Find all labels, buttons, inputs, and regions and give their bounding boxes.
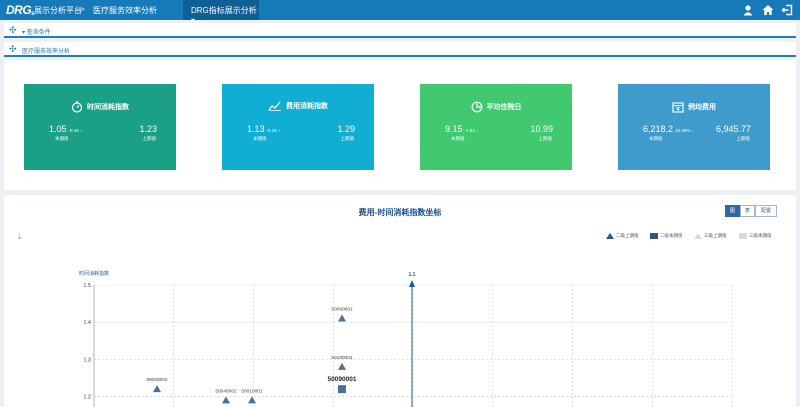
efficiency-panel-title: 医疗服务效率分析 (22, 49, 71, 55)
previous-value: 6,945.77 (715, 124, 751, 134)
kpi-card-avg-stay[interactable]: 平均住院日 9.15 -1.84 ↓ 10.99 本期值 上期值 (420, 84, 572, 170)
data-point-square (338, 385, 346, 394)
chart-section: 费用-时间消耗指数坐标 图 表 配置 ⤓ 二级上期值 二级本期值 三级上期值 三… (4, 195, 796, 407)
previous-value: 1.29 (337, 124, 355, 134)
kpi-card-section: 时间消耗指数 1.05 -0.18 ↓ 1.23 本期值 上期值 费用消耗指数 1… (4, 60, 796, 190)
data-point-triangle (248, 396, 256, 404)
kpi-card-avg-cost[interactable]: 例均费用 6,218.2 10.48% ↓ 6,945.77 本期值 上期值 (618, 84, 770, 170)
stopwatch-icon (71, 101, 83, 113)
data-point-label: 50040002 (215, 388, 237, 394)
y-tick-label: 1.5 (83, 283, 91, 289)
query-panel-title: ▾ 查询条件 (22, 30, 51, 36)
y-tick-label: 1.3 (83, 357, 91, 363)
previous-label: 上期值 (340, 136, 355, 141)
current-value: 6,218.2 (643, 124, 674, 134)
previous-value: 10.99 (530, 124, 553, 134)
data-point-triangle (338, 362, 346, 370)
card-title: 平均住院日 (486, 103, 522, 111)
delta-value: -0.16 ↓ (266, 128, 281, 133)
current-label: 本期值 (55, 136, 69, 141)
data-point-label: 50100001 (331, 355, 353, 361)
scatter-plot: 时间消耗指数 1.5 1.4 1.3 1.2 1.1 50000002 50040002 500… (79, 270, 733, 407)
expand-icon[interactable]: ✣ (9, 25, 17, 36)
previous-value: 1.23 (139, 124, 157, 134)
breadcrumb-separator: > (80, 5, 85, 14)
payment-icon (672, 102, 684, 113)
current-label: 本期值 (649, 136, 663, 141)
line-chart-icon (268, 101, 281, 112)
delta-value: -1.84 ↓ (464, 128, 479, 133)
current-value: 9.15 (445, 124, 463, 134)
card-title: 例均费用 (688, 103, 716, 111)
data-point-label: 50000002 (146, 377, 168, 383)
card-title: 费用消耗指数 (286, 103, 328, 110)
data-point-label: 50010001 (241, 388, 263, 394)
reference-arrow (409, 280, 415, 287)
data-point-triangle (222, 396, 230, 404)
current-value: 1.13 (247, 124, 265, 134)
delta-value: -0.18 ↓ (68, 128, 83, 133)
reference-line-label: 1.1 (409, 272, 416, 278)
top-bar: DRGs 展示分析平台 > 医疗服务效率分析 DRG指标展示分析 ▾ (0, 0, 800, 25)
kpi-card-cost-index[interactable]: 费用消耗指数 1.13 -0.16 ↓ 1.29 本期值 上期值 (222, 84, 374, 170)
home-icon[interactable] (762, 4, 774, 16)
data-point-triangle (338, 314, 346, 322)
data-point-label: 50090001 (328, 376, 357, 383)
y-tick-label: 1.2 (83, 395, 91, 401)
data-point-triangle (153, 385, 161, 393)
module-dropdown[interactable]: DRG指标展示分析 ▾ (183, 0, 259, 25)
previous-label: 上期值 (538, 136, 553, 141)
kpi-card-time-index[interactable]: 时间消耗指数 1.05 -0.18 ↓ 1.23 本期值 上期值 (24, 84, 176, 170)
current-label: 本期值 (253, 136, 267, 141)
previous-label: 上期值 (736, 136, 751, 141)
app-logo[interactable]: DRGs (6, 3, 34, 17)
pie-chart-icon (471, 101, 482, 113)
data-point-label: 50090001 (331, 306, 353, 312)
user-icon[interactable] (742, 4, 754, 16)
logout-icon[interactable] (781, 4, 793, 16)
previous-label: 上期值 (142, 136, 157, 141)
query-panel-header[interactable]: ✣ ▾ 查询条件 (4, 23, 796, 38)
breadcrumb-item[interactable]: 医疗服务效率分析 (93, 5, 157, 16)
y-axis-label: 时间消耗指数 (79, 270, 109, 277)
delta-value: 10.48% ↓ (675, 128, 694, 133)
current-value: 1.05 (49, 124, 67, 134)
efficiency-panel-header[interactable]: ✣ 医疗服务效率分析 (4, 42, 796, 57)
card-title: 时间消耗指数 (87, 103, 129, 111)
current-label: 本期值 (451, 136, 465, 141)
expand-icon[interactable]: ✣ (9, 44, 17, 55)
app-name: 展示分析平台 (34, 6, 82, 15)
y-tick-label: 1.4 (83, 320, 91, 326)
